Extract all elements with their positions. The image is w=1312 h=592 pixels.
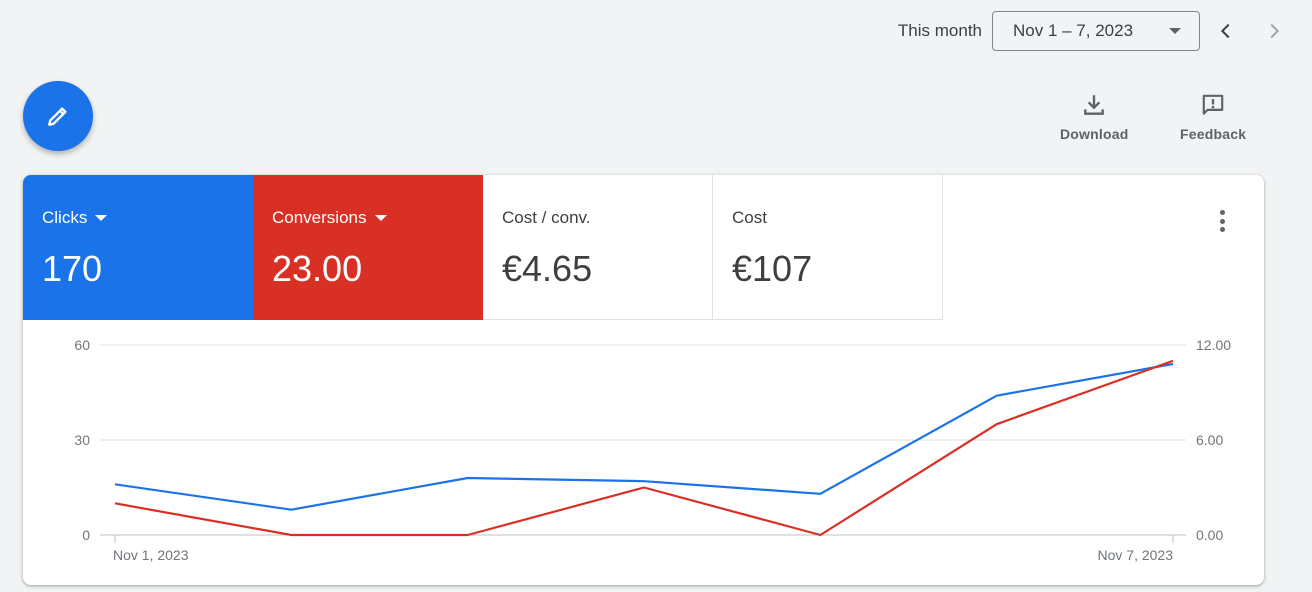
- edit-fab-button[interactable]: [23, 81, 93, 151]
- dropdown-arrow-icon: [1169, 28, 1181, 34]
- feedback-label: Feedback: [1180, 126, 1247, 142]
- next-period-button[interactable]: [1254, 11, 1294, 51]
- chevron-left-icon: [1220, 23, 1230, 39]
- right-axis-tick-label: 12.00: [1196, 337, 1231, 353]
- download-icon: [1084, 95, 1105, 115]
- series-line-conversions: [114, 359, 1174, 537]
- date-range-label: This month: [897, 21, 982, 40]
- x-axis-tick-label: Nov 7, 2023: [1098, 547, 1174, 563]
- right-axis-tick-label: 0.00: [1196, 527, 1223, 543]
- feedback-icon: [1202, 94, 1224, 115]
- date-range-value: Nov 1 – 7, 2023: [1013, 21, 1134, 40]
- download-label: Download: [1060, 126, 1129, 142]
- date-range-select[interactable]: Nov 1 – 7, 2023: [992, 11, 1200, 51]
- performance-chart: 0 30 60 0.00 6.00 12.00 Nov 1, 2023 Nov 7, 2023: [74, 337, 1231, 563]
- left-axis-tick-label: 30: [74, 432, 90, 448]
- date-range-bar: This month Nov 1 – 7, 2023: [898, 11, 1294, 51]
- download-button[interactable]: Download: [1060, 92, 1128, 142]
- previous-period-button[interactable]: [1206, 11, 1246, 51]
- pencil-icon: [48, 107, 67, 126]
- performance-card: Clicks 170 Conversions 23.00 Cost / conv…: [23, 175, 1264, 585]
- chevron-right-icon: [1270, 23, 1279, 39]
- feedback-button[interactable]: Feedback: [1180, 92, 1246, 142]
- x-axis-tick-label: Nov 1, 2023: [113, 547, 189, 563]
- left-axis-tick-label: 0: [82, 527, 90, 543]
- right-axis-tick-label: 6.00: [1196, 432, 1223, 448]
- left-axis-tick-label: 60: [74, 337, 90, 353]
